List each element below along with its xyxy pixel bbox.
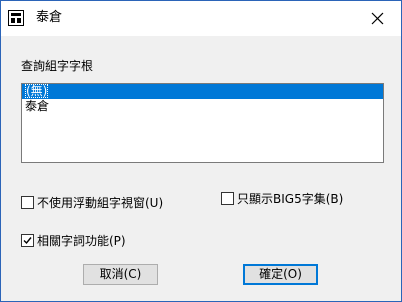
checkbox-box[interactable] xyxy=(21,196,34,209)
radical-listbox[interactable]: (無) 泰倉 xyxy=(21,83,384,163)
checkbox-box[interactable] xyxy=(221,192,234,205)
checkbox-box[interactable] xyxy=(21,234,34,247)
app-icon xyxy=(8,10,24,26)
window-title: 泰倉 xyxy=(36,10,63,25)
related-words-checkbox[interactable]: 相關字詞功能(P) xyxy=(21,232,126,249)
checkbox-label: 不使用浮動組字視窗(U) xyxy=(37,196,164,210)
check-icon xyxy=(23,237,32,245)
dialog-window: 泰倉 查詢組字字根 (無) 泰倉 不使用浮動組字視窗(U) 只顯示BIG5字集(… xyxy=(0,0,402,302)
checkbox-label: 只顯示BIG5字集(B) xyxy=(237,192,344,206)
big5-only-checkbox[interactable]: 只顯示BIG5字集(B) xyxy=(221,190,343,207)
cancel-button[interactable]: 取消(C) xyxy=(83,264,158,285)
dialog-body: 查詢組字字根 (無) 泰倉 不使用浮動組字視窗(U) 只顯示BIG5字集(B) … xyxy=(1,36,401,301)
list-label: 查詢組字字根 xyxy=(21,59,94,73)
ok-button[interactable]: 確定(O) xyxy=(243,264,318,285)
close-button[interactable] xyxy=(355,1,401,36)
close-icon xyxy=(371,12,384,25)
checkbox-label: 相關字詞功能(P) xyxy=(37,234,126,248)
list-item[interactable]: 泰倉 xyxy=(22,99,383,114)
title-bar: 泰倉 xyxy=(1,1,401,36)
floating-window-checkbox[interactable]: 不使用浮動組字視窗(U) xyxy=(21,194,163,211)
list-item[interactable]: (無) xyxy=(22,84,383,99)
